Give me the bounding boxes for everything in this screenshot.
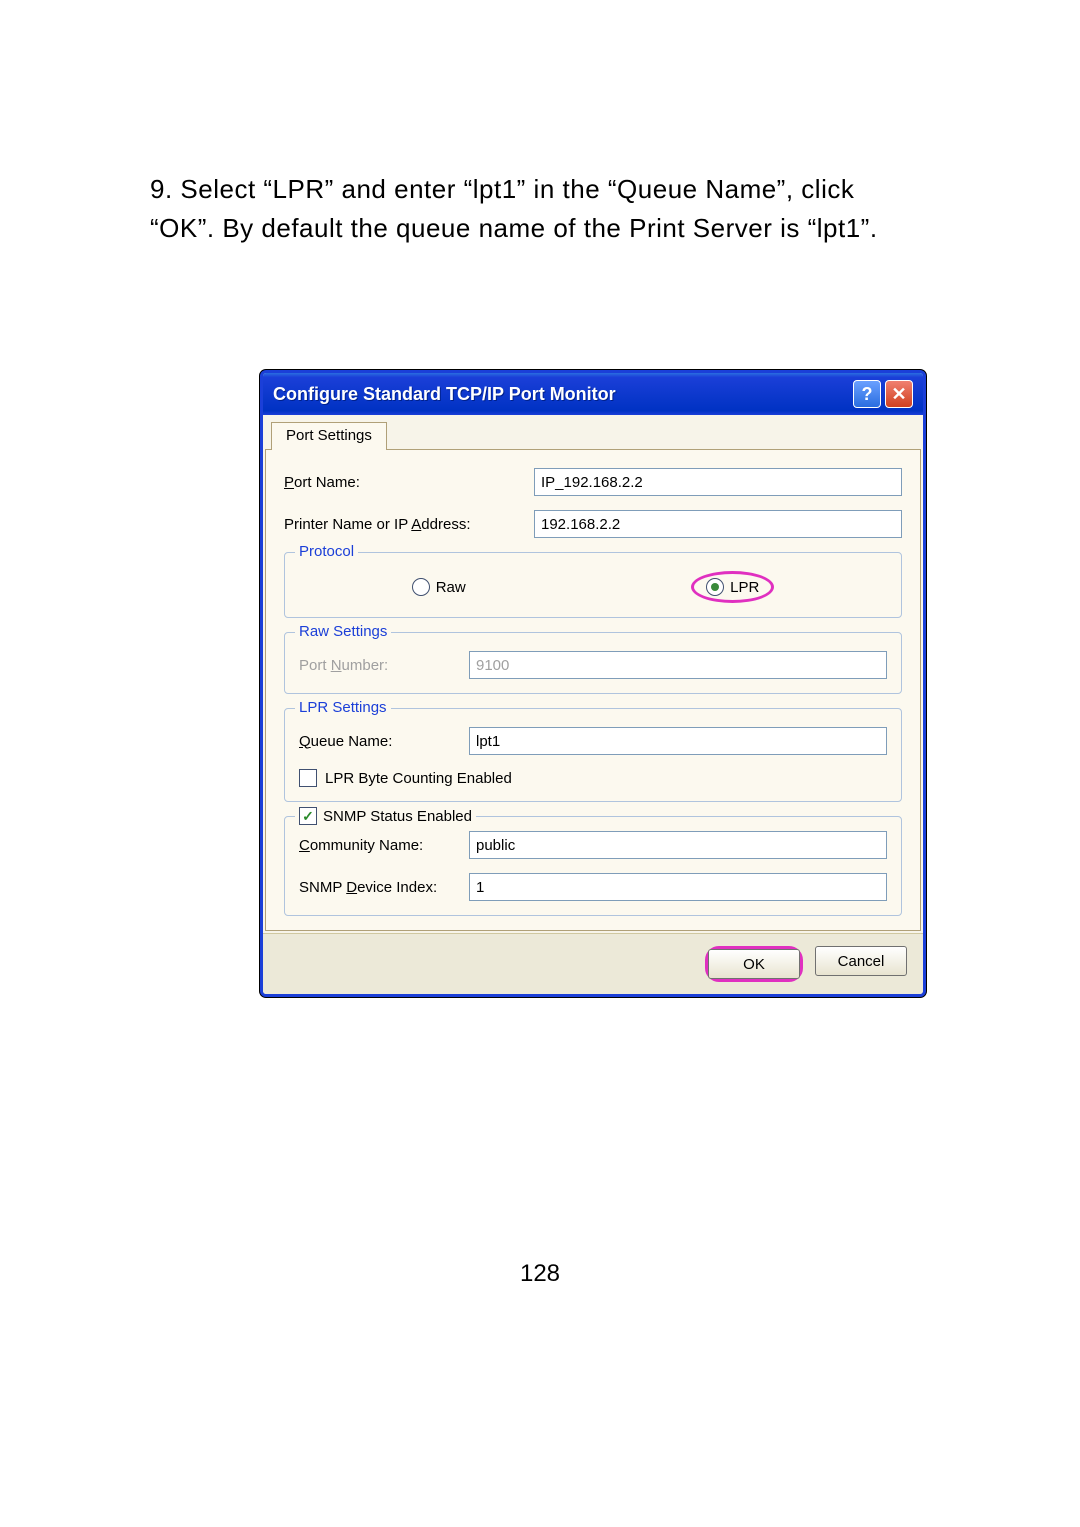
group-snmp: SNMP Status Enabled Community Name: SNMP… [284, 816, 902, 916]
printer-address-label: Printer Name or IP Address: [284, 516, 534, 533]
port-name-input[interactable] [534, 468, 902, 496]
community-label: Community Name: [299, 837, 469, 854]
label-pre: Printer Name or IP [284, 516, 411, 533]
snmp-checkbox[interactable] [299, 807, 317, 825]
titlebar: Configure Standard TCP/IP Port Monitor ?… [263, 373, 923, 415]
button-row: OK Cancel [263, 933, 923, 994]
protocol-radios: Raw LPR [299, 571, 887, 603]
tab-bar: Port Settings [265, 417, 921, 449]
row-lpr-byte: LPR Byte Counting Enabled [299, 769, 887, 787]
ok-button[interactable]: OK [708, 949, 800, 979]
raw-port-label: Port Number: [299, 657, 469, 674]
help-icon[interactable]: ? [853, 380, 881, 408]
community-input[interactable] [469, 831, 887, 859]
row-queue-name: Queue Name: [299, 727, 887, 755]
queue-name-label: Queue Name: [299, 733, 469, 750]
radio-raw[interactable]: Raw [412, 578, 466, 596]
queue-name-input[interactable] [469, 727, 887, 755]
group-protocol: Protocol Raw LPR [284, 552, 902, 618]
row-printer-address: Printer Name or IP Address: [284, 510, 902, 538]
snmp-legend: SNMP Status Enabled [295, 807, 476, 825]
device-index-input[interactable] [469, 873, 887, 901]
lpr-legend: LPR Settings [295, 699, 391, 716]
highlight-ok: OK [705, 946, 803, 982]
row-community: Community Name: [299, 831, 887, 859]
dialog-title: Configure Standard TCP/IP Port Monitor [273, 384, 616, 405]
radio-lpr-indicator [706, 578, 724, 596]
row-port-name: PPort Name:ort Name: [284, 468, 902, 496]
dialog-window: Configure Standard TCP/IP Port Monitor ?… [260, 370, 926, 997]
row-device-index: SNMP Device Index: [299, 873, 887, 901]
group-raw-settings: Raw Settings Port Number: [284, 632, 902, 694]
printer-address-input[interactable] [534, 510, 902, 538]
device-index-label: SNMP Device Index: [299, 879, 469, 896]
instruction-text: 9. Select “LPR” and enter “lpt1” in the … [150, 170, 920, 248]
group-lpr-settings: LPR Settings Queue Name: LPR Byte Counti… [284, 708, 902, 802]
raw-port-input [469, 651, 887, 679]
close-icon[interactable]: ✕ [885, 380, 913, 408]
radio-raw-indicator [412, 578, 430, 596]
port-name-label: PPort Name:ort Name: [284, 474, 534, 491]
lpr-byte-checkbox[interactable] [299, 769, 317, 787]
snmp-label: SNMP Status Enabled [323, 808, 472, 825]
cancel-button[interactable]: Cancel [815, 946, 907, 976]
page-number: 128 [0, 1260, 1080, 1288]
lpr-byte-label: LPR Byte Counting Enabled [325, 770, 512, 787]
label-u: A [411, 516, 421, 533]
protocol-legend: Protocol [295, 543, 358, 560]
row-raw-port: Port Number: [299, 651, 887, 679]
radio-lpr[interactable]: LPR [706, 578, 759, 596]
highlight-lpr: LPR [691, 571, 774, 603]
tab-port-settings[interactable]: Port Settings [271, 422, 387, 450]
raw-legend: Raw Settings [295, 623, 391, 640]
dialog-body: Port Settings PPort Name:ort Name: Print… [263, 415, 923, 933]
settings-panel: PPort Name:ort Name: Printer Name or IP … [265, 449, 921, 931]
titlebar-buttons: ? ✕ [853, 380, 913, 408]
label-post: ddress: [421, 516, 470, 533]
